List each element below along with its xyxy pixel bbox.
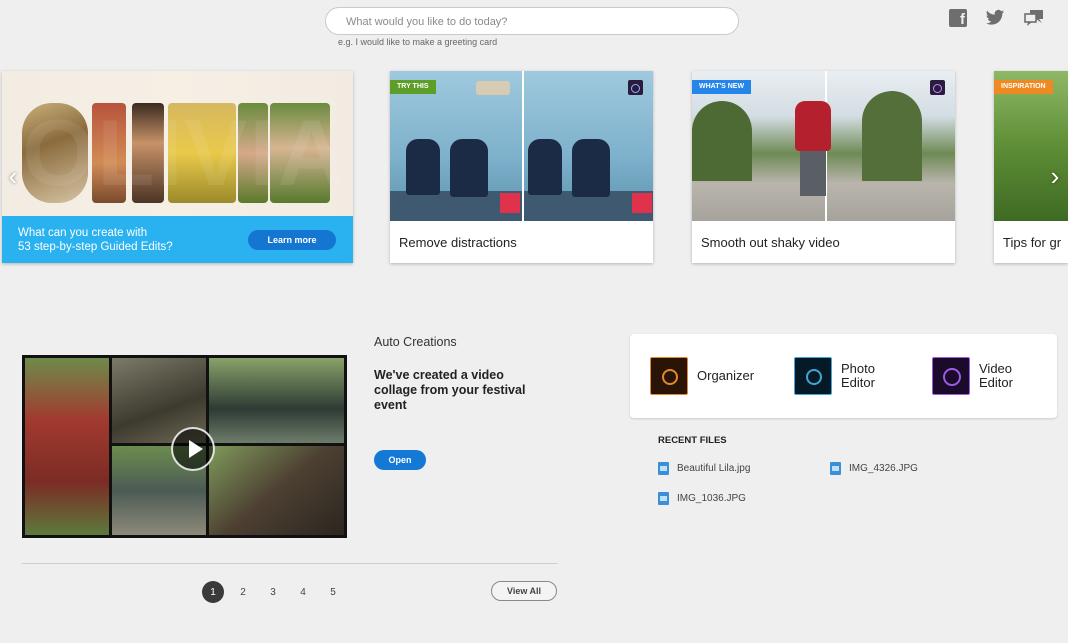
- open-button[interactable]: Open: [374, 450, 426, 470]
- video-editor-app-label-line-2: Editor: [979, 376, 1013, 390]
- auto-creations-label: Auto Creations: [374, 335, 457, 349]
- play-icon[interactable]: [171, 427, 215, 471]
- guided-edits-hero-card[interactable]: OLIVIA What can you create with 53 step-…: [2, 71, 353, 263]
- video-editor-app-label: Video Editor: [979, 362, 1013, 390]
- inspiration-tag: INSPIRATION: [994, 80, 1053, 94]
- search-input[interactable]: [344, 13, 728, 31]
- carousel-next-chevron-icon[interactable]: ›: [1046, 158, 1064, 194]
- search-hint: e.g. I would like to make a greeting car…: [338, 37, 497, 47]
- whats-new-tag: WHAT'S NEW: [692, 80, 751, 94]
- collage-tile-pond: [209, 358, 344, 443]
- recent-file-item[interactable]: Beautiful Lila.jpg: [658, 462, 750, 475]
- photo-editor-app-label-line-1: Photo: [841, 362, 875, 376]
- card-title: Tips for gr: [1003, 235, 1061, 250]
- photo-editor-app-label: Photo Editor: [841, 362, 875, 390]
- organizer-app-label: Organizer: [697, 369, 754, 383]
- recent-file-item[interactable]: IMG_1036.JPG: [658, 492, 746, 505]
- photo-editor-app-icon: [794, 357, 832, 395]
- carousel-prev-chevron-icon[interactable]: ‹: [4, 158, 22, 194]
- recent-files-title: RECENT FILES: [658, 435, 727, 446]
- olivia-collage-image: OLIVIA: [2, 71, 353, 216]
- olivia-art-text: OLIVIA: [22, 99, 347, 207]
- hero-text: What can you create with 53 step-by-step…: [18, 226, 208, 254]
- organizer-app-button[interactable]: Organizer: [650, 356, 754, 396]
- card-title: Smooth out shaky video: [701, 235, 840, 250]
- page-3-button[interactable]: 3: [262, 581, 284, 603]
- image-file-icon: [830, 462, 841, 475]
- organizer-app-label-line-1: Organizer: [697, 369, 754, 383]
- video-editor-app-button[interactable]: Video Editor: [932, 356, 1013, 396]
- search-box[interactable]: [325, 7, 739, 35]
- facebook-icon[interactable]: f: [949, 9, 969, 29]
- try-this-tag: TRY THIS: [390, 80, 436, 94]
- view-all-button[interactable]: View All: [491, 581, 557, 601]
- image-file-icon: [658, 492, 669, 505]
- organizer-app-icon: [650, 357, 688, 395]
- learn-more-button[interactable]: Learn more: [248, 230, 336, 250]
- page-2-button[interactable]: 2: [232, 581, 254, 603]
- card-title: Remove distractions: [399, 235, 517, 250]
- photo-editor-app-label-line-2: Editor: [841, 376, 875, 390]
- video-editor-app-icon: [932, 357, 970, 395]
- hero-info-band: What can you create with 53 step-by-step…: [2, 216, 353, 263]
- recent-file-name: IMG_1036.JPG: [677, 493, 746, 504]
- photo-editor-badge-icon: [628, 80, 643, 95]
- video-collage-thumbnail[interactable]: [22, 355, 347, 538]
- divider: [22, 563, 558, 564]
- collage-tile-wolf-dog: [209, 446, 344, 535]
- video-editor-badge-icon: [930, 80, 945, 95]
- auto-creations-message: We've created a video collage from your …: [374, 368, 544, 413]
- recent-file-name: IMG_4326.JPG: [849, 463, 918, 474]
- smooth-shaky-video-card[interactable]: WHAT'S NEW Smooth out shaky video: [692, 71, 955, 263]
- twitter-icon[interactable]: [985, 9, 1005, 29]
- page-4-button[interactable]: 4: [292, 581, 314, 603]
- image-file-icon: [658, 462, 669, 475]
- page-5-button[interactable]: 5: [322, 581, 344, 603]
- video-editor-app-label-line-1: Video: [979, 362, 1013, 376]
- page-1-button[interactable]: 1: [202, 581, 224, 603]
- remove-distractions-card[interactable]: TRY THIS Remove distractions: [390, 71, 653, 263]
- chat-bubbles-icon[interactable]: [1023, 9, 1043, 29]
- hero-text-line-2: 53 step-by-step Guided Edits?: [18, 240, 208, 254]
- recent-file-name: Beautiful Lila.jpg: [677, 463, 750, 474]
- recent-file-item[interactable]: IMG_4326.JPG: [830, 462, 918, 475]
- hero-text-line-1: What can you create with: [18, 226, 208, 240]
- apps-panel: Organizer Photo Editor Video Editor: [630, 334, 1057, 418]
- photo-editor-app-button[interactable]: Photo Editor: [794, 356, 875, 396]
- collage-tile-chair: [25, 358, 109, 535]
